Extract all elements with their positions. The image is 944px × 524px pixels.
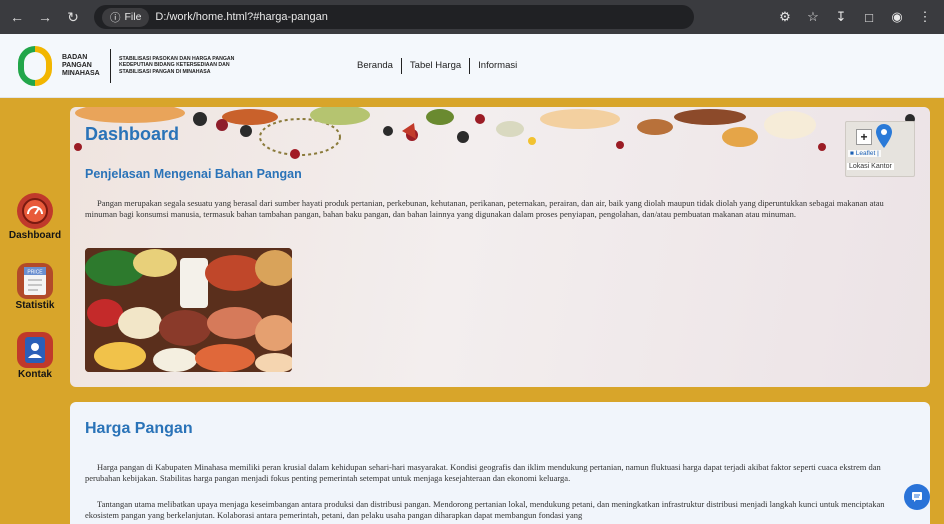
nav-tabel-harga[interactable]: Tabel Harga [402,60,469,71]
contact-book-icon [17,332,53,368]
harga-paragraph: Tantangan utama melibatkan upaya menjaga… [85,499,885,520]
url-text[interactable]: D:/work/home.html?#harga-pangan [155,11,327,23]
sidebar-item-statistik[interactable]: PRICE Statistik [0,263,70,311]
brand-line: MINAHASA [62,69,100,77]
nav-beranda[interactable]: Beranda [349,60,401,71]
tagline: STABILISASI PASOKAN DAN HARGA PANGAN KED… [119,56,259,75]
page-title: Dashboard [85,124,180,144]
sidebar-item-label: Statistik [15,300,55,311]
info-icon: ⓘ [110,11,121,24]
reload-icon[interactable]: ↻ [62,6,84,28]
profile-icon[interactable]: ◉ [888,9,906,25]
chat-icon [912,492,922,502]
map-attribution[interactable]: ■ Leaflet | [848,150,881,157]
map-popup-label: Lokasi Kantor [847,163,894,170]
section-subtitle: Penjelasan Mengenai Bahan Pangan [85,167,302,181]
section-title: Harga Pangan [85,420,193,437]
address-bar[interactable]: ⓘ File D:/work/home.html?#harga-pangan [94,5,694,29]
harga-paragraph: Harga pangan di Kabupaten Minahasa memil… [85,462,881,483]
dashboard-card: Dashboard Penjelasan Mengenai Bahan Pang… [70,107,930,387]
sidebar-item-label: Kontak [18,369,52,380]
logo[interactable] [18,45,52,86]
forward-icon[interactable]: → [34,6,56,28]
download-icon[interactable]: ↧ [832,9,850,25]
brand-name: BADAN PANGAN MINAHASA [62,54,102,78]
food-banner-decoration [74,107,915,159]
sidebar-item-dashboard[interactable]: Dashboard [0,193,70,241]
gauge-icon [17,193,53,229]
nav-informasi[interactable]: Informasi [470,60,525,71]
attribution-text: Leaflet | [855,150,879,157]
sidebar-item-kontak[interactable]: Kontak [0,332,70,380]
sidebar: Dashboard PRICE Statistik Kontak [0,98,70,524]
back-icon[interactable]: ← [6,6,28,28]
more-icon[interactable]: ⋮ [916,9,934,25]
file-chip-label: File [124,11,142,23]
description-paragraph: Pangan merupakan segala sesuatu yang ber… [85,198,884,219]
chat-button[interactable] [904,484,930,510]
file-chip[interactable]: ⓘ File [102,7,150,27]
zoom-in-button[interactable]: + [856,129,872,145]
flag-icon: ■ [850,150,854,157]
brand-line: PANGAN [62,61,92,69]
harga-pangan-card: Harga Pangan Harga pangan di Kabupaten M… [70,402,930,524]
location-map[interactable]: + ■ Leaflet | Lokasi Kantor [845,121,915,177]
site-header: BADAN PANGAN MINAHASA STABILISASI PASOKA… [0,34,944,98]
price-tag-text: PRICE [27,270,43,276]
sidebar-icon[interactable]: □ [860,10,878,25]
map-marker-icon[interactable] [876,124,892,148]
main-nav: Beranda Tabel Harga Informasi [349,57,525,74]
bookmark-star-icon[interactable]: ☆ [804,9,822,25]
tagline-line: STABILISASI PANGAN DI MINAHASA [119,68,211,75]
header-divider [110,48,111,83]
price-tag-icon: PRICE [17,263,53,299]
browser-toolbar: ← → ↻ ⓘ File D:/work/home.html?#harga-pa… [0,0,944,34]
brand-line: BADAN [62,53,88,61]
sidebar-item-label: Dashboard [8,230,62,241]
translate-icon[interactable]: ⚙ [776,9,794,25]
food-ingredients-image [85,248,292,372]
